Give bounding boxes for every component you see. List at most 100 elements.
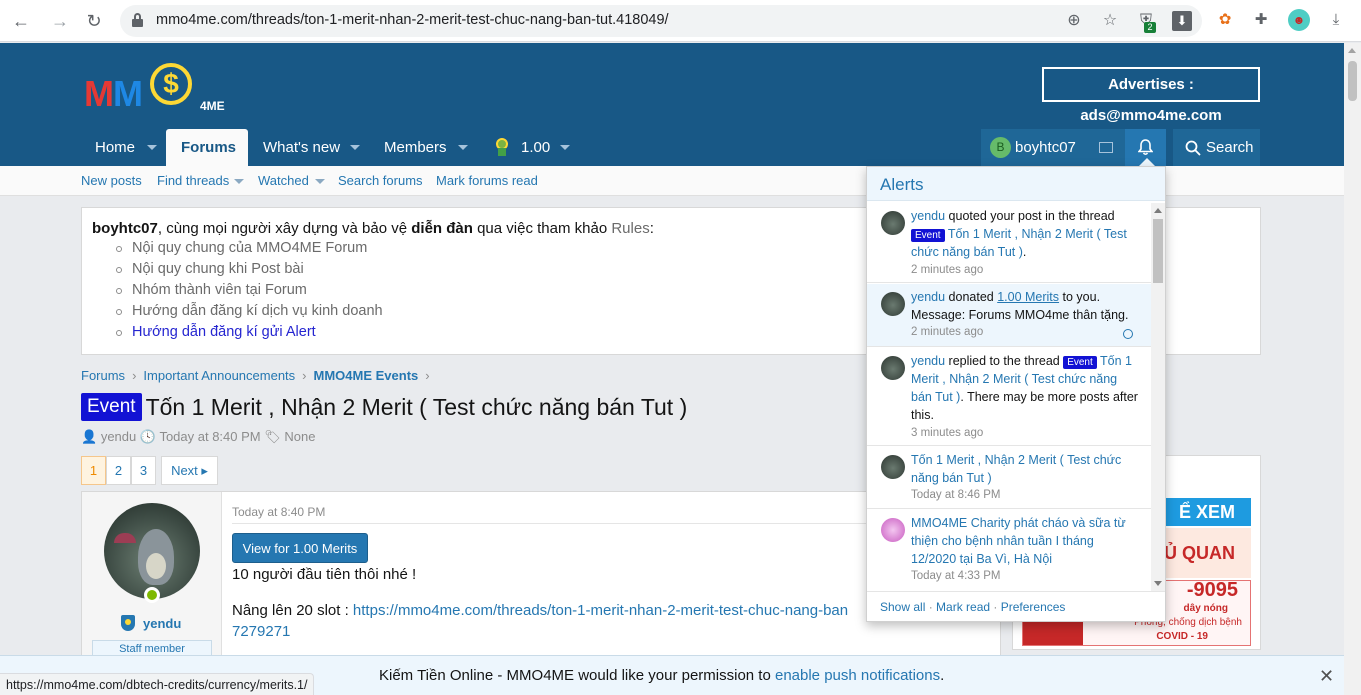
- whats-new-caret-icon[interactable]: [350, 145, 360, 150]
- alert-user[interactable]: yendu: [911, 209, 945, 223]
- alert-avatar[interactable]: [881, 455, 905, 479]
- alert-time: 3 minutes ago: [911, 427, 984, 439]
- alert-thread-link[interactable]: Tốn 1 Merit , Nhận 2 Merit ( Test chức n…: [911, 453, 1121, 485]
- thread-author[interactable]: yendu: [101, 429, 136, 444]
- notice-colon: :: [649, 220, 654, 237]
- tab-members-label: Members: [384, 139, 447, 156]
- puzzle-extensions-icon[interactable]: ✚: [1250, 9, 1272, 31]
- reload-icon[interactable]: ↻: [82, 9, 106, 33]
- inbox-button[interactable]: [1086, 129, 1125, 166]
- subnav-watched[interactable]: Watched: [258, 173, 309, 188]
- post-line-2: Nâng lên 20 slot : https://mmo4me.com/th…: [232, 602, 848, 619]
- alert-item[interactable]: yendu donated 1.00 Merits to you. Message…: [867, 284, 1151, 347]
- tab-whats-new-label: What's new: [263, 139, 341, 156]
- zoom-plus-icon[interactable]: ⊕: [1064, 11, 1084, 31]
- alert-item[interactable]: yendu quoted your post in the thread Eve…: [867, 203, 1151, 283]
- alerts-mark-read-link[interactable]: Mark read: [936, 600, 990, 614]
- site-logo[interactable]: MM $ 4ME: [84, 57, 234, 117]
- breadcrumb-separator: ›: [132, 368, 137, 383]
- fox-extension-icon[interactable]: ✿: [1214, 9, 1236, 31]
- view-for-merits-button[interactable]: View for 1.00 Merits: [232, 533, 368, 563]
- home-caret-icon[interactable]: [147, 145, 157, 150]
- tab-forums-label: Forums: [181, 139, 237, 156]
- alert-prefix-label: Event: [911, 229, 945, 242]
- alert-action: quoted your post in the thread: [945, 209, 1115, 223]
- enable-push-link[interactable]: enable push notifications: [775, 667, 940, 684]
- alert-item[interactable]: Tốn 1 Merit , Nhận 2 Merit ( Test chức n…: [867, 447, 1151, 509]
- page-1-button[interactable]: 1: [81, 456, 106, 485]
- alerts-popup: Alerts yendu quoted your post in the thr…: [866, 166, 1166, 622]
- members-caret-icon[interactable]: [458, 145, 468, 150]
- scroll-up-arrow-icon[interactable]: [1348, 48, 1356, 53]
- subnav-new-posts[interactable]: New posts: [81, 173, 142, 188]
- bullet-icon: [116, 246, 122, 252]
- subnav-search-forums[interactable]: Search forums: [338, 173, 423, 188]
- page-2-button[interactable]: 2: [106, 456, 131, 485]
- page-title: Tốn 1 Merit , Nhận 2 Merit ( Test chức n…: [145, 393, 688, 420]
- account-user-button[interactable]: B boyhtc07: [981, 129, 1086, 166]
- user-avatar-icon: B: [990, 137, 1011, 158]
- notice-link-post-rules[interactable]: Nội quy chung khi Post bài: [132, 261, 304, 277]
- breadcrumb-forums[interactable]: Forums: [81, 368, 125, 383]
- thread-date[interactable]: Today at 8:40 PM: [159, 429, 260, 444]
- alerts-scrollbar-thumb[interactable]: [1153, 219, 1163, 283]
- download-page-icon[interactable]: ⬇: [1172, 11, 1192, 31]
- alert-avatar[interactable]: [881, 211, 905, 235]
- alert-thread-link[interactable]: MMO4ME Charity phát cháo và sữa từ thiện…: [911, 516, 1126, 566]
- mark-read-toggle-icon[interactable]: [1123, 329, 1133, 339]
- next-page-button[interactable]: Next ▸: [161, 456, 218, 485]
- url-text[interactable]: mmo4me.com/threads/ton-1-merit-nhan-2-me…: [156, 12, 669, 28]
- thread-prefix-label[interactable]: Event: [81, 393, 142, 421]
- alerts-preferences-link[interactable]: Preferences: [1001, 600, 1066, 614]
- page-3-button[interactable]: 3: [131, 456, 156, 485]
- page-scrollbar[interactable]: [1344, 43, 1361, 695]
- alert-avatar[interactable]: [881, 292, 905, 316]
- alert-user[interactable]: yendu: [911, 354, 945, 368]
- bullet-icon: [116, 267, 122, 273]
- address-bar[interactable]: mmo4me.com/threads/ton-1-merit-nhan-2-me…: [120, 5, 1202, 37]
- alerts-show-all-link[interactable]: Show all: [880, 600, 925, 614]
- subnav-find-threads[interactable]: Find threads: [157, 173, 229, 188]
- post-username[interactable]: yendu: [143, 616, 181, 631]
- close-icon[interactable]: ✕: [1319, 656, 1334, 695]
- tab-whats-new[interactable]: What's new: [248, 129, 366, 166]
- alert-avatar[interactable]: [881, 356, 905, 380]
- notice-link-rules-general[interactable]: Nội quy chung của MMO4ME Forum: [132, 240, 367, 256]
- notice-text-2: qua việc tham khảo: [472, 220, 612, 237]
- merits-caret-icon[interactable]: [560, 145, 570, 150]
- post-avatar[interactable]: [104, 503, 200, 599]
- post-link[interactable]: https://mmo4me.com/threads/ton-1-merit-n…: [353, 602, 848, 619]
- subnav-mark-forums-read[interactable]: Mark forums read: [436, 173, 538, 188]
- watched-caret-icon[interactable]: [315, 179, 325, 184]
- alerts-scroll-down-icon[interactable]: [1154, 581, 1162, 586]
- breadcrumb-important-announcements[interactable]: Important Announcements: [143, 368, 295, 383]
- downloads-icon[interactable]: ⤓: [1325, 9, 1347, 31]
- notice-link-business-services[interactable]: Hướng dẫn đăng kí dịch vụ kinh doanh: [132, 303, 383, 319]
- alert-user[interactable]: yendu: [911, 290, 945, 304]
- search-button[interactable]: Search: [1173, 129, 1260, 166]
- breadcrumb-mmo4me-events[interactable]: MMO4ME Events: [314, 368, 419, 383]
- tab-home-label: Home: [95, 139, 136, 156]
- alert-item[interactable]: MMO4ME Charity phát cháo và sữa từ thiện…: [867, 510, 1151, 591]
- back-icon[interactable]: ←: [9, 9, 33, 33]
- alerts-scrollbar[interactable]: [1151, 203, 1165, 591]
- alert-avatar[interactable]: [881, 518, 905, 542]
- notice-link-alert-guide[interactable]: Hướng dẫn đăng kí gửi Alert: [132, 324, 316, 340]
- forward-icon[interactable]: →: [48, 9, 72, 33]
- alert-item[interactable]: yendu replied to the thread Event Tốn 1 …: [867, 348, 1151, 446]
- tab-forums[interactable]: Forums: [166, 129, 248, 166]
- ads-banner[interactable]: Advertises : ads@mmo4me.com: [1042, 67, 1260, 124]
- bookmark-star-icon[interactable]: ☆: [1100, 11, 1120, 31]
- scrollbar-thumb[interactable]: [1348, 61, 1357, 101]
- notice-link-member-groups[interactable]: Nhóm thành viên tại Forum: [132, 282, 307, 298]
- account-username: boyhtc07: [1015, 139, 1076, 156]
- post-time[interactable]: Today at 8:40 PM: [232, 505, 325, 519]
- alert-merits-link[interactable]: 1.00 Merits: [997, 290, 1059, 304]
- browser-toolbar: ← → ↻ mmo4me.com/threads/ton-1-merit-nha…: [0, 0, 1361, 42]
- profile-avatar-icon[interactable]: ☻: [1288, 9, 1310, 31]
- find-threads-caret-icon[interactable]: [234, 179, 244, 184]
- alerts-scroll-up-icon[interactable]: [1154, 208, 1162, 213]
- notice-heading: boyhtc07, cùng mọi người xây dựng và bảo…: [92, 220, 654, 237]
- post-link-continued[interactable]: 7279271: [232, 623, 290, 640]
- alerts-footer: Show all · Mark read · Preferences: [867, 591, 1165, 621]
